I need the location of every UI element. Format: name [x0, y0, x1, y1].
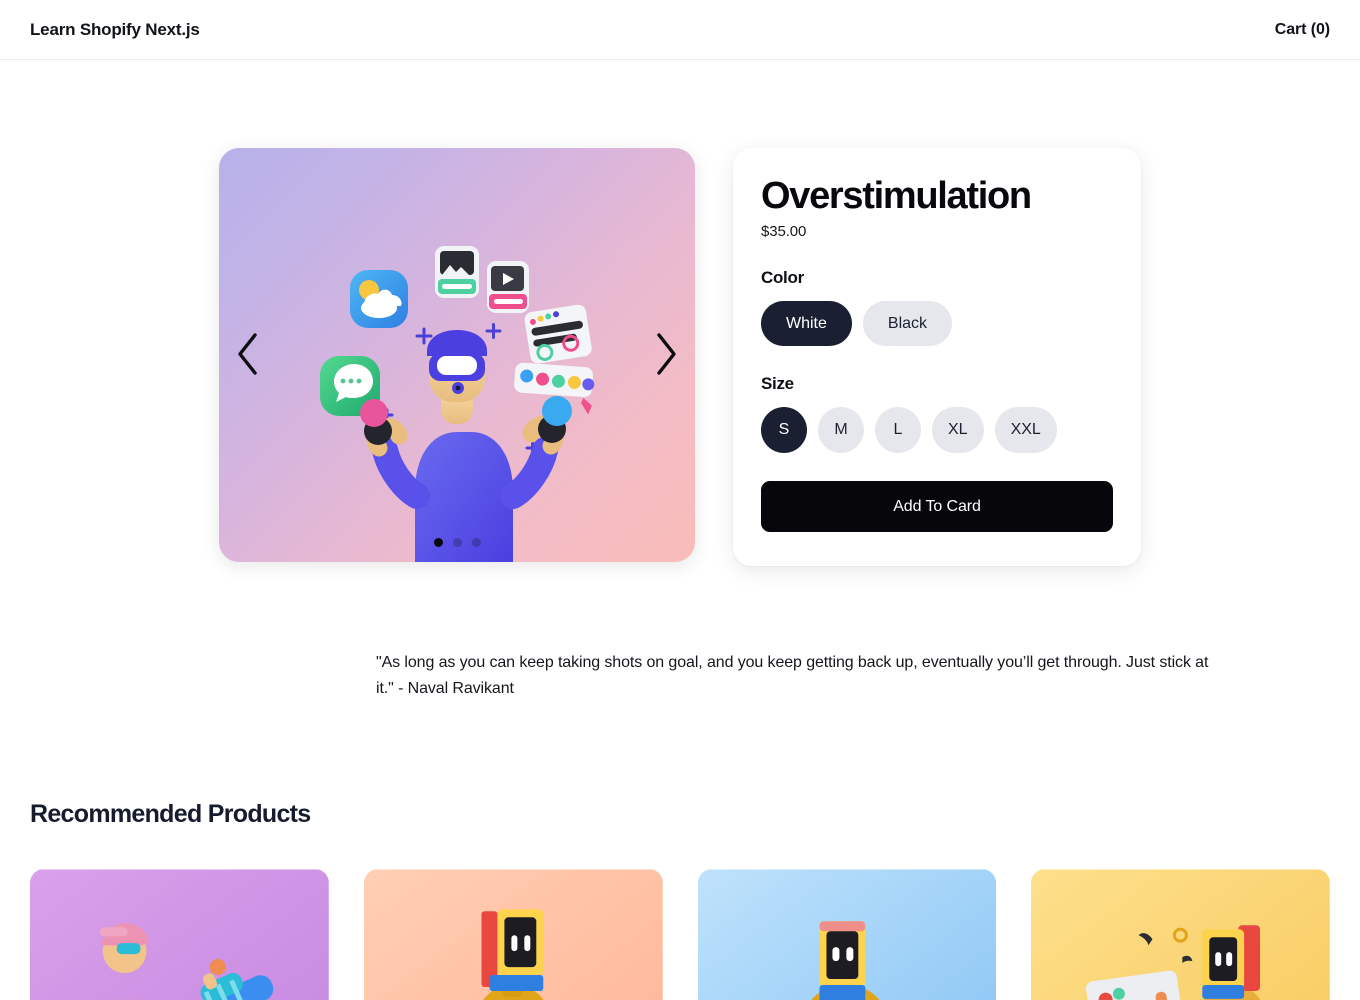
- chevron-right-icon: [651, 331, 681, 380]
- carousel-dot-1[interactable]: [433, 538, 443, 547]
- add-to-cart-button[interactable]: Add To Card: [761, 481, 1113, 533]
- carousel-dots: [219, 538, 695, 547]
- recommended-product-card-4[interactable]: [1031, 869, 1330, 1000]
- size-option-label: Size: [761, 374, 794, 394]
- carousel-prev-button[interactable]: [225, 328, 271, 382]
- site-header: Learn Shopify Next.js Cart (0): [0, 0, 1360, 60]
- recommended-product-card-2[interactable]: [363, 869, 663, 1000]
- color-option-white[interactable]: White: [761, 301, 852, 347]
- product-title: Overstimulation: [761, 175, 1032, 217]
- carousel-dot-3[interactable]: [471, 538, 481, 547]
- product-quote: "As long as you can keep taking shots on…: [376, 654, 1209, 697]
- product-image-carousel[interactable]: [219, 148, 695, 562]
- size-option-m[interactable]: M: [818, 407, 864, 454]
- size-option-xl[interactable]: XL: [932, 407, 984, 454]
- carousel-illustration: [219, 148, 695, 562]
- color-options: White Black: [761, 301, 1113, 347]
- recommended-products-section: Recommended Products: [0, 800, 1360, 1000]
- product-price: $35.00: [761, 223, 807, 241]
- carousel-next-button[interactable]: [643, 328, 689, 382]
- brand-title: Learn Shopify Next.js: [30, 19, 200, 39]
- recommended-product-card-1[interactable]: [30, 869, 329, 1000]
- size-option-s[interactable]: S: [761, 407, 807, 454]
- chevron-left-icon: [233, 331, 263, 380]
- size-option-l[interactable]: L: [875, 407, 921, 454]
- product-section: Overstimulation $35.00 Color White Black…: [0, 60, 1360, 566]
- cart-link[interactable]: Cart (0): [1275, 21, 1330, 39]
- carousel-dot-2[interactable]: [452, 538, 462, 547]
- recommended-products-heading: Recommended Products: [30, 799, 311, 828]
- color-option-black[interactable]: Black: [862, 301, 953, 347]
- recommended-products-grid: [30, 869, 1330, 1000]
- product-info-card: Overstimulation $35.00 Color White Black…: [733, 148, 1141, 566]
- size-options: S M L XL XXL: [761, 407, 1113, 454]
- color-option-label: Color: [761, 268, 804, 288]
- recommended-product-card-3[interactable]: [697, 869, 997, 1000]
- size-option-xxl[interactable]: XXL: [994, 407, 1057, 454]
